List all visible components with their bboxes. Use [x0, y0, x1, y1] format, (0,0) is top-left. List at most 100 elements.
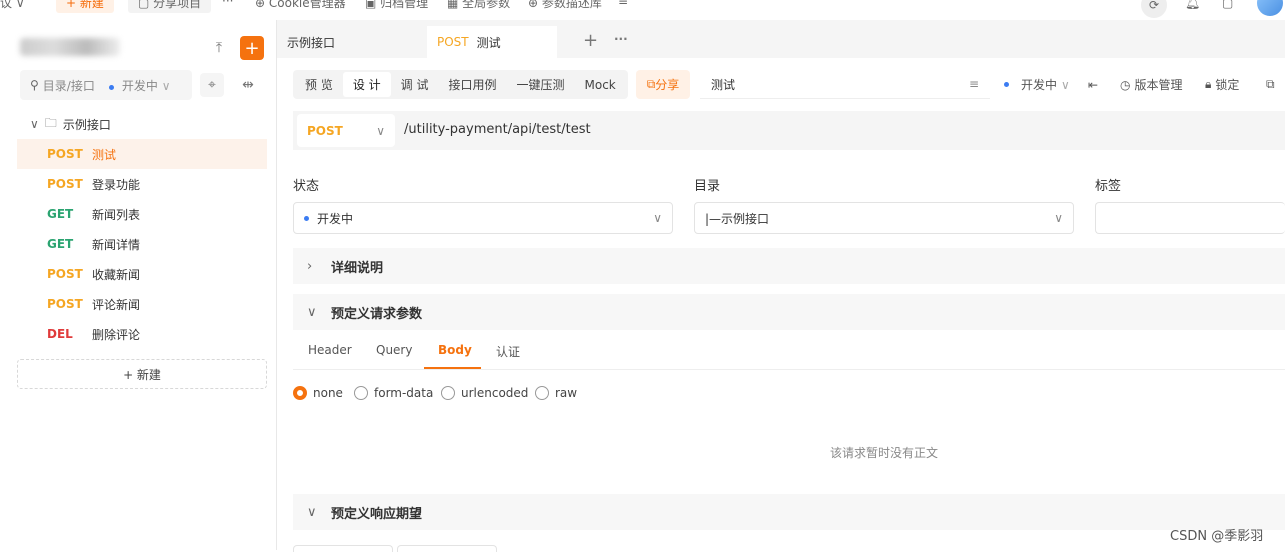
cookie-manager-button[interactable]: ⊕ Cookie管理器 [255, 0, 346, 11]
tab-query[interactable]: Query [376, 343, 412, 357]
locate-icon[interactable]: ⌖ [200, 73, 224, 97]
response-section-title: 预定义响应期望 [331, 506, 423, 522]
radio-label: none [313, 386, 343, 400]
method-badge: POST [47, 147, 83, 161]
topbar-new-button[interactable]: + 新建 [56, 0, 114, 13]
api-item[interactable]: POST 登录功能 [17, 169, 267, 199]
folder-label: 示例接口 [62, 117, 111, 132]
search-placeholder: 目录/接口 [42, 78, 95, 93]
status-dot-icon [108, 84, 114, 90]
more-icon[interactable]: ··· [222, 0, 233, 8]
api-item[interactable]: POST 评论新闻 [17, 289, 267, 319]
status-select-value: 开发中 [317, 211, 354, 226]
bell-icon[interactable]: 🔔︎ [1185, 0, 1200, 10]
api-item[interactable]: DEL 删除评论 [17, 319, 267, 349]
chevron-right-icon: › [307, 258, 313, 274]
add-button[interactable]: + [240, 36, 264, 60]
sync-icon[interactable]: ⟳ [1141, 0, 1167, 18]
radio-none[interactable]: none [293, 386, 343, 400]
edit-lines-icon[interactable]: ≡ [969, 77, 979, 91]
status-filter[interactable]: 开发中 ∨ [108, 77, 170, 94]
more-tabs-icon[interactable]: ··· [614, 32, 628, 46]
avatar[interactable] [1257, 0, 1283, 16]
status-filter-label: 开发中 [121, 78, 158, 93]
lock-label: 锁定 [1215, 78, 1240, 92]
response-tab-stub[interactable] [293, 545, 393, 552]
method-value: POST [307, 123, 343, 138]
watermark: CSDN @季影羽 [1170, 529, 1264, 544]
radio-form-data[interactable]: form-data [354, 386, 433, 400]
tag-select[interactable] [1095, 202, 1285, 234]
radio-selected-icon [293, 386, 307, 400]
active-tab-indicator [424, 367, 481, 369]
api-item[interactable]: GET 新闻列表 [17, 199, 267, 229]
dir-select-value: |—示例接口 [705, 211, 770, 226]
api-item[interactable]: POST 测试 [17, 139, 267, 169]
cookie-label: Cookie管理器 [268, 0, 346, 10]
status-field-label: 状态 [293, 179, 320, 194]
share-icon: ⧉ [646, 77, 656, 91]
archive-button[interactable]: ▣ 归档管理 [365, 0, 428, 11]
chevron-down-icon: ∨ [653, 211, 662, 225]
search-input[interactable]: ⚲ 目录/接口 开发中 ∨ [20, 70, 192, 100]
chevron-down-icon: ∨ [307, 504, 317, 520]
menu-icon[interactable]: ≡ [618, 0, 628, 8]
method-select[interactable]: POST ∨ [297, 114, 395, 147]
version-button[interactable]: ◷ 版本管理 [1120, 70, 1183, 99]
global-params-button[interactable]: ▦ 全局参数 [447, 0, 510, 11]
mode-test-cases[interactable]: 接口用例 [438, 72, 506, 97]
api-name: 新闻列表 [92, 207, 141, 222]
details-section-title: 详细说明 [331, 260, 384, 276]
tab-label: 测试 [476, 35, 501, 50]
api-name: 评论新闻 [92, 297, 141, 312]
collapse-icon[interactable]: ⇹ [236, 73, 260, 97]
tab-body[interactable]: Body [438, 343, 472, 357]
details-section[interactable]: › 详细说明 [293, 248, 1285, 284]
mode-debug[interactable]: 调 试 [391, 72, 439, 97]
new-api-button[interactable]: + 新建 [17, 359, 267, 389]
dir-select[interactable]: |—示例接口 ∨ [694, 202, 1074, 234]
response-tab-stub[interactable] [397, 545, 497, 552]
radio-raw[interactable]: raw [535, 386, 577, 400]
mode-preview[interactable]: 预 览 [295, 72, 343, 97]
add-tab-icon[interactable]: + [583, 30, 598, 51]
import-icon[interactable]: ⤒ [207, 36, 231, 60]
status-dropdown[interactable]: 开发中 ∨ [1004, 70, 1070, 99]
version-label: 版本管理 [1134, 78, 1183, 92]
api-name-value: 测试 [711, 77, 736, 92]
radio-urlencoded[interactable]: urlencoded [441, 386, 528, 400]
request-params-section[interactable]: ∨ 预定义请求参数 [293, 294, 1285, 330]
api-name: 新闻详情 [92, 237, 141, 252]
api-name-input[interactable]: 测试 [700, 70, 990, 99]
copy-icon[interactable]: ⧉ [1266, 70, 1275, 99]
mode-design[interactable]: 设 计 [342, 72, 391, 97]
tab-test[interactable]: POST 测试 [427, 26, 557, 58]
mode-switcher: 预 览 设 计 调 试 接口用例 一键压测 Mock [293, 70, 628, 99]
share-project-button[interactable]: ▢ 分享项目 [128, 0, 212, 13]
mode-mock[interactable]: Mock [575, 74, 626, 96]
api-item[interactable]: POST 收藏新闻 [17, 259, 267, 289]
method-badge: GET [47, 207, 74, 221]
lock-button[interactable]: 🔒︎ 锁定 [1205, 70, 1239, 99]
tab-auth[interactable]: 认证 [496, 343, 520, 360]
radio-icon [535, 386, 549, 400]
radio-icon [441, 386, 455, 400]
status-select[interactable]: 开发中 ∨ [293, 202, 673, 234]
param-desc-button[interactable]: ⊕ 参数描述库 [528, 0, 602, 11]
mode-stress-test[interactable]: 一键压测 [507, 72, 575, 97]
url-input[interactable]: /utility-payment/api/test/test [404, 122, 591, 137]
tab-header[interactable]: Header [308, 343, 352, 357]
folder-item[interactable]: ∨ 🗀︎ 示例接口 [30, 114, 111, 134]
chevron-down-icon: ∨ [1054, 211, 1063, 225]
document-icon[interactable]: ▢ [1222, 0, 1233, 10]
outline-icon[interactable]: ⇤ [1088, 70, 1098, 99]
tab-example-api[interactable]: 示例接口 [277, 26, 437, 58]
topbar-left-fragment[interactable]: 议 ∨ [0, 0, 25, 11]
api-item[interactable]: GET 新闻详情 [17, 229, 267, 259]
response-section[interactable]: ∨ 预定义响应期望 [293, 494, 1285, 530]
radio-icon [354, 386, 368, 400]
status-dot-icon [1004, 82, 1009, 87]
top-menu-bar: 议 ∨ + 新建 ▢ 分享项目 ··· ⊕ Cookie管理器 ▣ 归档管理 ▦… [0, 0, 1285, 21]
share-button[interactable]: ⧉ 分享 [636, 70, 690, 99]
api-name: 收藏新闻 [92, 267, 141, 282]
